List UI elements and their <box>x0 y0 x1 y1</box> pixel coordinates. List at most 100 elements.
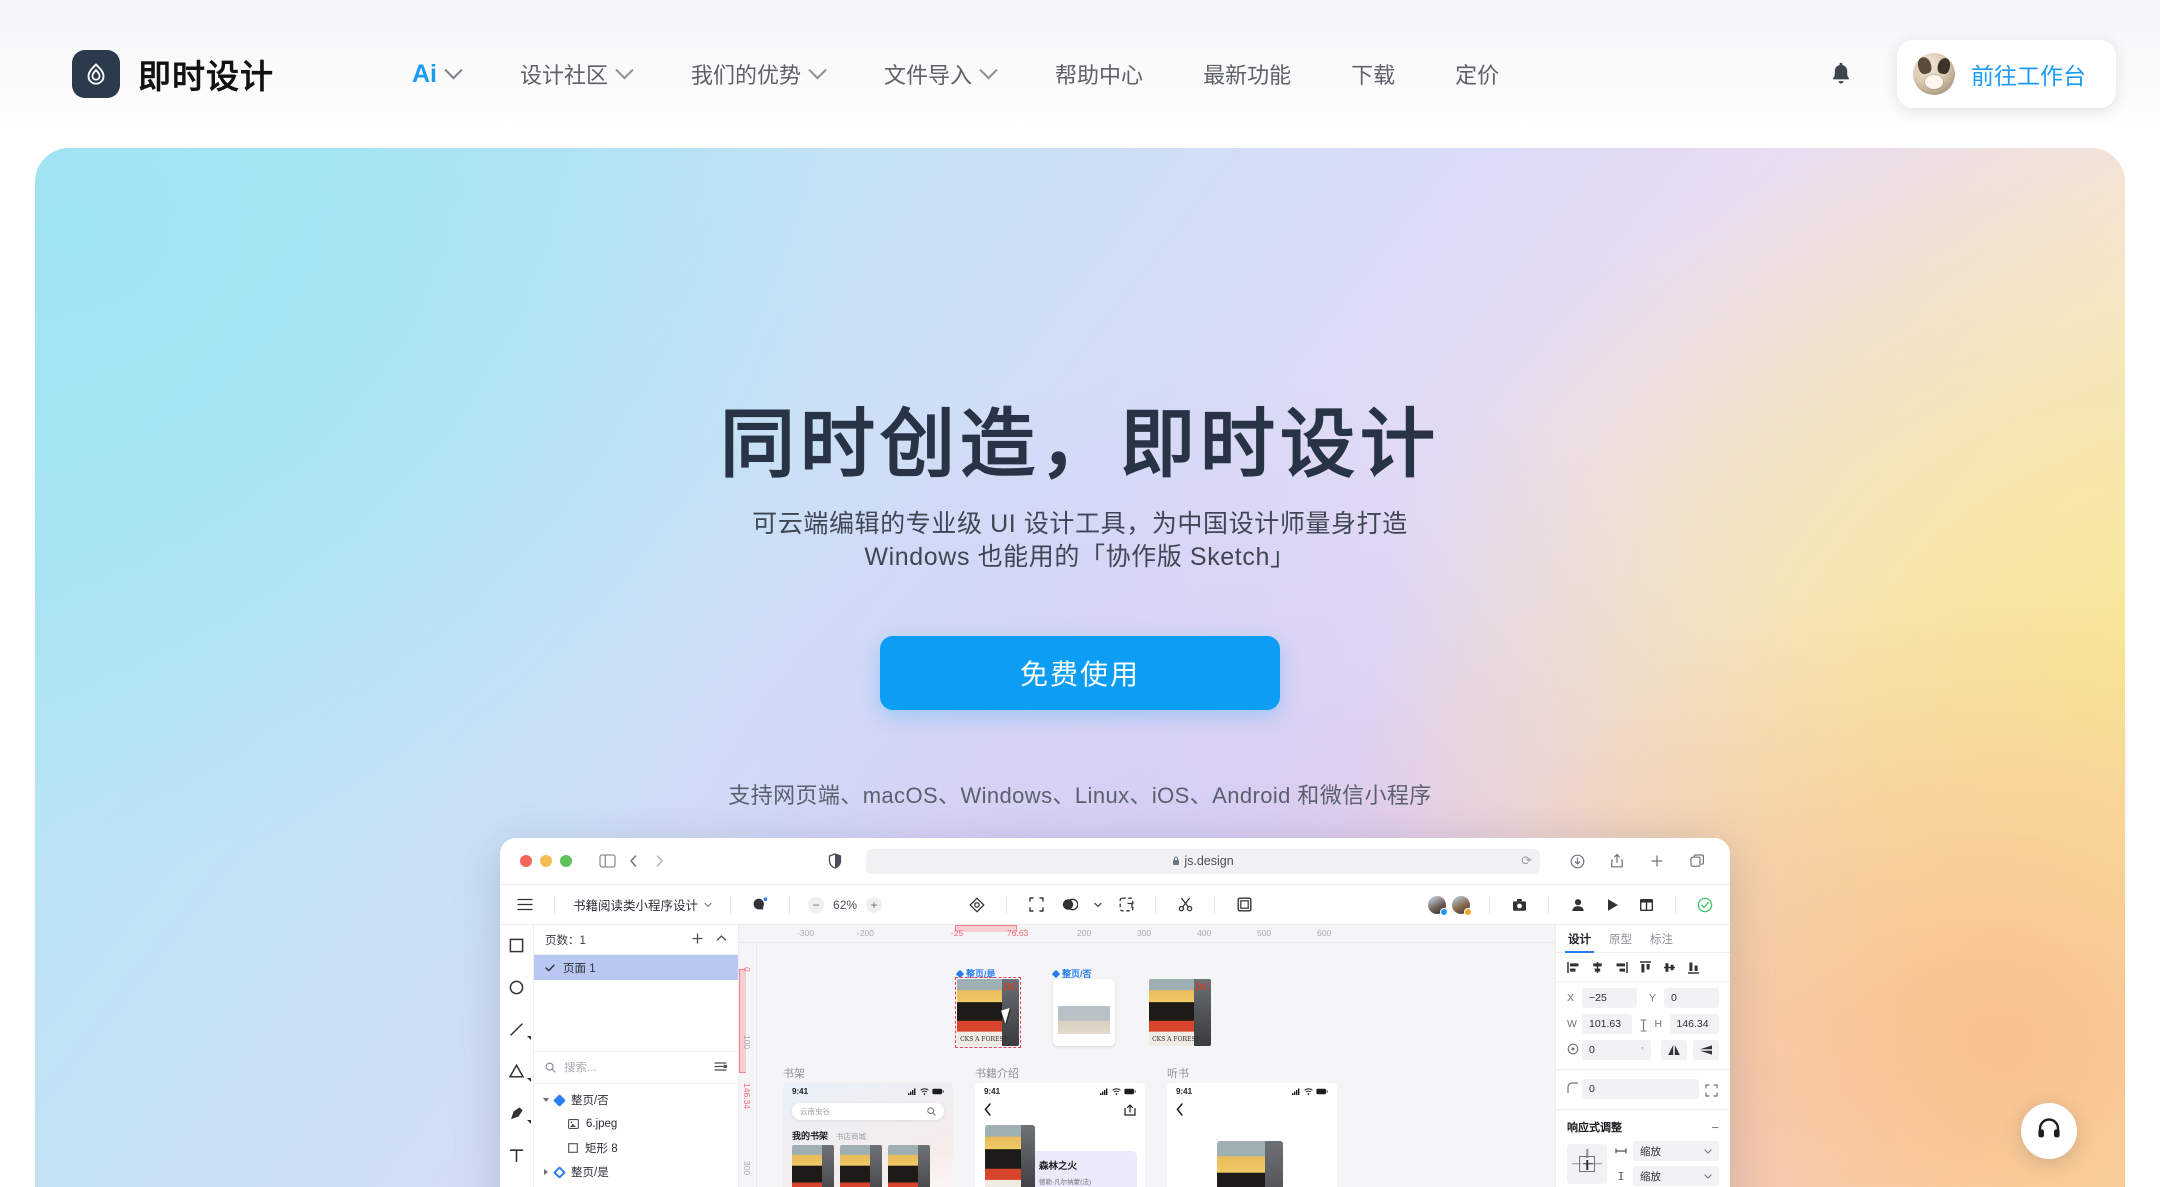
chevron-right-icon[interactable] <box>544 1169 548 1175</box>
tab-design[interactable]: 设计 <box>1565 925 1594 953</box>
collapse-pages-icon[interactable] <box>716 933 727 947</box>
screen-label[interactable]: 书架 <box>783 1065 805 1081</box>
ellipse-icon[interactable] <box>507 977 527 997</box>
collaborator-avatar-2[interactable] <box>1451 894 1472 916</box>
page-item-1[interactable]: 页面 1 <box>534 955 738 980</box>
design-canvas[interactable]: -300 -200 -25 76.63 200 300 400 500 600 … <box>739 925 1555 1187</box>
align-center-h-icon[interactable] <box>1591 961 1604 974</box>
collaborator-avatars[interactable] <box>1427 894 1472 916</box>
screen-label[interactable]: 听书 <box>1167 1065 1189 1081</box>
file-name-dropdown[interactable]: 书籍阅读类小程序设计 <box>573 895 712 914</box>
comment-icon[interactable] <box>749 894 771 916</box>
chevron-left-icon[interactable] <box>620 848 646 874</box>
layer-item[interactable]: 整页/否 <box>534 1088 738 1112</box>
chevron-right-icon[interactable] <box>646 848 672 874</box>
link-ratio-icon[interactable] <box>1638 1018 1649 1032</box>
nav-item-pricing[interactable]: 定价 <box>1425 58 1529 90</box>
nav-item-whats-new[interactable]: 最新功能 <box>1173 58 1321 90</box>
add-page-icon[interactable] <box>692 932 703 947</box>
nav-item-ai[interactable]: Ai <box>382 60 490 89</box>
flip-horizontal-icon[interactable] <box>1661 1040 1687 1060</box>
scissors-icon[interactable] <box>1174 894 1196 916</box>
book-cover[interactable] <box>840 1145 882 1187</box>
h-input[interactable]: 146.34 <box>1669 1014 1719 1034</box>
go-to-workbench-button[interactable]: 前往工作台 <box>1897 40 2116 108</box>
shelf-tab-inactive[interactable]: 书店商城 <box>836 1131 866 1142</box>
zoom-in-button[interactable]: + <box>866 896 883 913</box>
shelf-tab-active[interactable]: 我的书架 <box>792 1129 828 1142</box>
customer-support-button[interactable] <box>2021 1103 2077 1159</box>
share-icon[interactable] <box>1604 848 1630 874</box>
poster-artboard-3[interactable]: IRE CKS A FOREST <box>1149 979 1211 1046</box>
nav-item-community[interactable]: 设计社区 <box>490 58 661 90</box>
text-icon[interactable] <box>507 1145 527 1165</box>
align-middle-v-icon[interactable] <box>1663 961 1676 974</box>
brand-logo[interactable]: 即时设计 <box>72 50 274 98</box>
layout-icon[interactable] <box>1635 894 1657 916</box>
download-icon[interactable] <box>1564 848 1590 874</box>
rectangle-icon[interactable] <box>507 935 527 955</box>
phone-screen-bookshelf[interactable]: 9:41 云南虫谷 我的书架 书店商城 <box>783 1083 953 1187</box>
minimize-window-icon[interactable] <box>540 855 552 867</box>
book-cover[interactable] <box>888 1145 930 1187</box>
copy-icon[interactable] <box>1684 848 1710 874</box>
corner-radius-input[interactable]: 0 <box>1582 1079 1699 1099</box>
align-right-icon[interactable] <box>1615 961 1628 974</box>
independent-corners-icon[interactable] <box>1705 1083 1719 1097</box>
nav-item-help-center[interactable]: 帮助中心 <box>1025 58 1173 90</box>
vertical-scale-select[interactable]: 缩放 <box>1633 1166 1719 1186</box>
x-input[interactable]: −25 <box>1582 988 1637 1008</box>
frame-icon[interactable] <box>1025 894 1047 916</box>
close-window-icon[interactable] <box>520 855 532 867</box>
constraint-widget[interactable] <box>1567 1143 1607 1184</box>
reload-icon[interactable]: ⟳ <box>1521 853 1532 869</box>
flip-vertical-icon[interactable] <box>1693 1040 1719 1060</box>
component-icon[interactable] <box>966 894 988 916</box>
artboard-icon[interactable] <box>1233 894 1255 916</box>
collapse-section-icon[interactable]: − <box>1711 1120 1719 1135</box>
book-cover[interactable] <box>792 1145 834 1187</box>
align-left-icon[interactable] <box>1567 961 1580 974</box>
url-address-bar[interactable]: js.design ⟳ <box>866 848 1540 874</box>
chevron-down-icon[interactable] <box>1093 894 1103 916</box>
align-top-icon[interactable] <box>1639 960 1652 974</box>
layer-search-row[interactable] <box>534 1052 738 1084</box>
w-input[interactable]: 101.63 <box>1582 1014 1632 1034</box>
share-icon[interactable] <box>1124 1103 1136 1119</box>
y-input[interactable]: 0 <box>1664 988 1719 1008</box>
collaborator-avatar-1[interactable] <box>1427 894 1448 916</box>
plus-icon[interactable] <box>1644 848 1670 874</box>
sidebar-icon[interactable] <box>594 848 620 874</box>
back-icon[interactable] <box>1176 1103 1184 1119</box>
pen-icon[interactable] <box>507 1103 531 1124</box>
layer-item[interactable]: 6.jpeg <box>534 1112 738 1136</box>
notification-bell-icon[interactable] <box>1813 46 1869 102</box>
book-detail-cover[interactable] <box>985 1125 1035 1187</box>
chevron-down-icon[interactable] <box>543 1098 549 1102</box>
line-icon[interactable] <box>507 1019 531 1040</box>
zoom-out-button[interactable]: − <box>808 896 825 913</box>
layer-item[interactable]: 整页/是 <box>534 1160 738 1184</box>
align-bottom-icon[interactable] <box>1687 961 1700 974</box>
shield-icon[interactable] <box>822 848 848 874</box>
layer-search-input[interactable] <box>564 1061 672 1074</box>
triangle-icon[interactable] <box>507 1061 531 1082</box>
phone-screen-audiobook[interactable]: 9:41 <box>1167 1083 1337 1187</box>
slice-icon[interactable] <box>1115 894 1137 916</box>
book-search-field[interactable]: 云南虫谷 <box>792 1103 944 1120</box>
tab-annotation[interactable]: 标注 <box>1650 925 1673 953</box>
layer-item[interactable]: 矩形 8 <box>534 1136 738 1160</box>
free-trial-button[interactable]: 免费使用 <box>880 636 1280 710</box>
audiobook-cover[interactable] <box>1217 1141 1283 1187</box>
check-circle-icon[interactable] <box>1694 894 1716 916</box>
phone-screen-book-detail[interactable]: 9:41 森林之火 德勒·凡尔纳蒙(法) <box>975 1083 1145 1187</box>
rotation-input[interactable]: 0 ° <box>1582 1040 1651 1060</box>
mask-icon[interactable] <box>1059 894 1081 916</box>
camera-icon[interactable] <box>1508 894 1530 916</box>
maximize-window-icon[interactable] <box>560 855 572 867</box>
play-icon[interactable] <box>1601 894 1623 916</box>
nav-item-file-import[interactable]: 文件导入 <box>854 58 1025 90</box>
invite-icon[interactable] <box>1567 894 1589 916</box>
nav-item-download[interactable]: 下载 <box>1321 58 1425 90</box>
window-controls[interactable] <box>520 855 572 867</box>
